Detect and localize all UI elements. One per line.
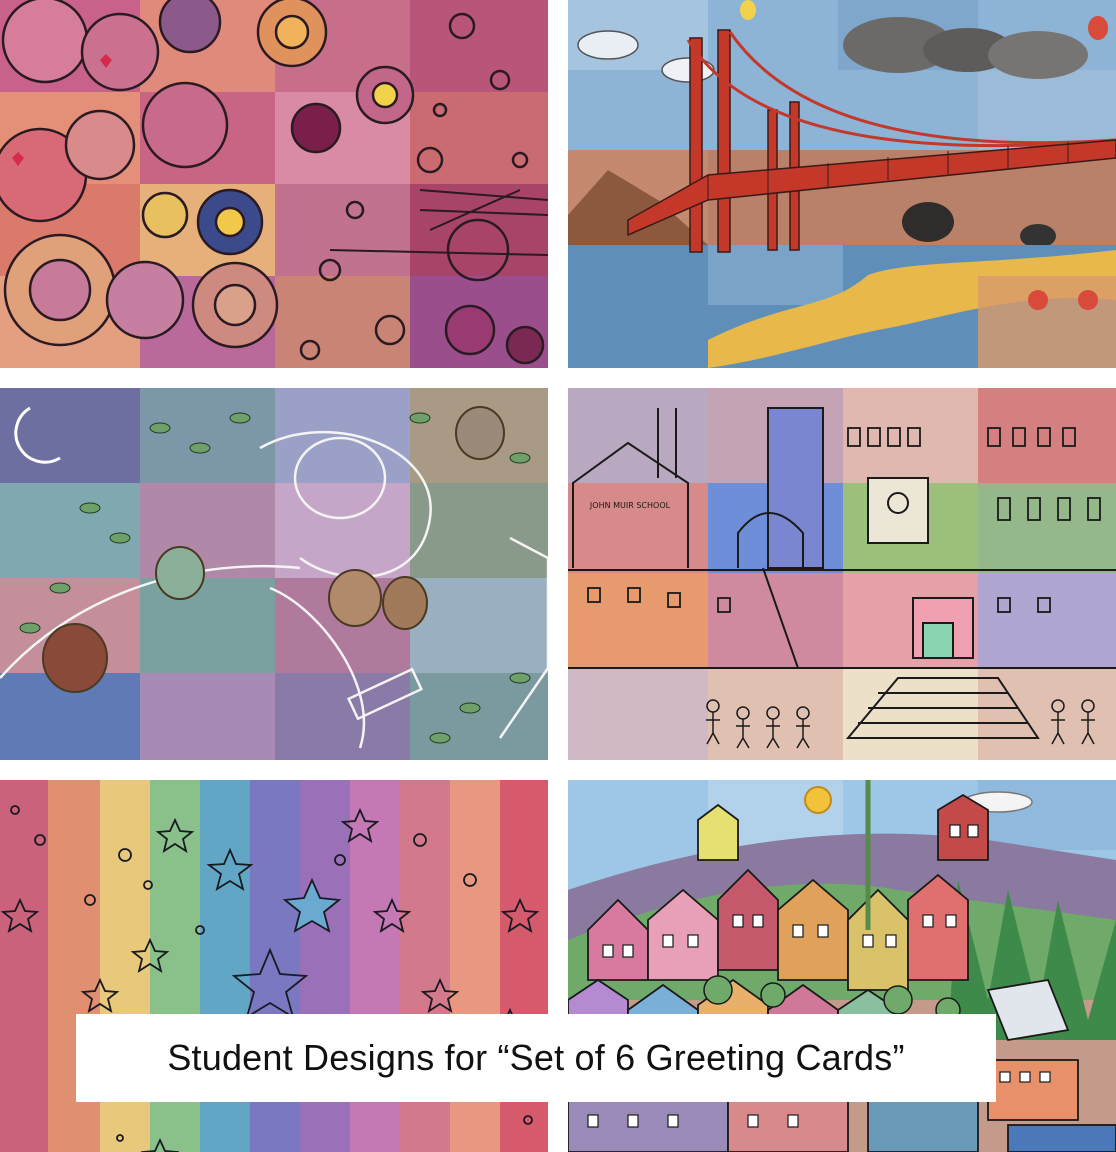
bridge-artwork — [568, 0, 1116, 368]
greeting-card-golden-gate — [568, 0, 1116, 368]
greeting-card-night-figures — [0, 388, 548, 760]
greeting-card-school: JOHN MUIR SCHOOL — [568, 388, 1116, 760]
circles-artwork — [0, 0, 548, 368]
figures-artwork — [0, 388, 548, 760]
caption-text: Student Designs for “Set of 6 Greeting C… — [167, 1037, 905, 1078]
school-artwork: JOHN MUIR SCHOOL — [568, 388, 1116, 760]
greeting-card-circles — [0, 0, 548, 368]
school-sign-text: JOHN MUIR SCHOOL — [589, 501, 671, 510]
caption-banner: Student Designs for “Set of 6 Greeting C… — [76, 1014, 996, 1102]
